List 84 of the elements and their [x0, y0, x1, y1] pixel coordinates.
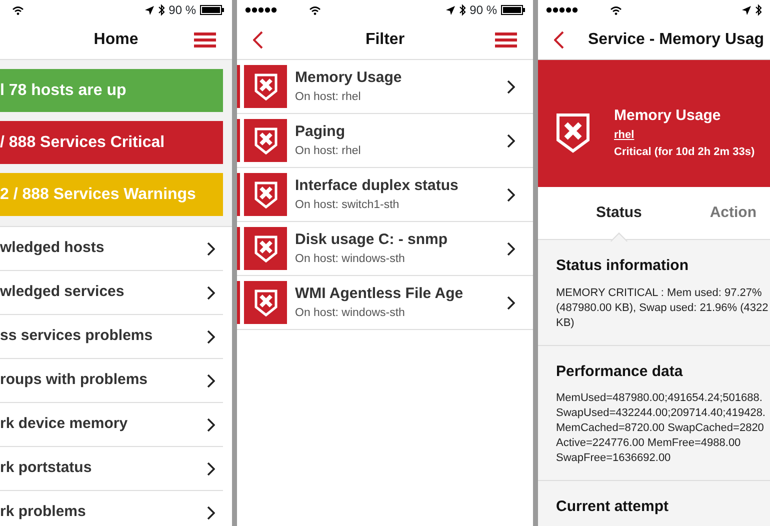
- row-label: rk portstatus: [0, 458, 92, 478]
- host-label: On host: rhel: [295, 90, 362, 106]
- battery-level: 90 %: [470, 2, 497, 19]
- shield-x-icon: [254, 126, 278, 154]
- menu-row[interactable]: wledged hosts: [0, 227, 223, 271]
- info-line: MemCached=8720.00 SwapCached=2820: [556, 421, 765, 436]
- screen-title: Service - Memory Usag: [588, 30, 764, 50]
- screen-title: Home: [94, 30, 138, 50]
- battery-level: 90 %: [168, 2, 196, 19]
- info-line: MemUsed=487980.00;491654.24;501688.: [556, 391, 764, 406]
- service-title: Interface duplex status: [295, 176, 458, 196]
- row-label: ss services problems: [0, 326, 153, 346]
- info-line: KB): [556, 316, 576, 330]
- info-line: SwapFree=1636692.00: [556, 451, 672, 466]
- menu-row[interactable]: rk problems: [0, 491, 223, 526]
- location-arrow-icon: [144, 6, 154, 14]
- wifi-icon: [610, 6, 622, 14]
- host-label: On host: rhel: [295, 144, 361, 160]
- service-row[interactable]: Memory Usage On host: rhel: [237, 60, 533, 114]
- menu-row[interactable]: rk device memory: [0, 403, 223, 447]
- shield-x-icon: [254, 180, 278, 208]
- service-row[interactable]: Interface duplex status On host: switch1-sth: [237, 168, 533, 222]
- service-title: Paging: [295, 122, 346, 142]
- menu-button[interactable]: [194, 32, 216, 48]
- chevron-right-icon: [507, 296, 515, 310]
- chevron-right-icon: [207, 418, 215, 432]
- chevron-right-icon: [507, 134, 515, 148]
- chevron-right-icon: [207, 286, 215, 300]
- row-label: wledged services: [0, 282, 124, 302]
- section-heading: Performance data: [556, 362, 684, 382]
- back-button[interactable]: [253, 30, 263, 48]
- chevron-right-icon: [207, 374, 215, 388]
- tab[interactable]: Status: [596, 202, 642, 224]
- chevron-right-icon: [207, 242, 215, 256]
- row-label: rk problems: [0, 502, 86, 522]
- chevron-right-icon: [507, 80, 515, 94]
- bluetooth-icon: [458, 4, 466, 16]
- service-row[interactable]: Paging On host: rhel: [237, 114, 533, 168]
- chevron-right-icon: [207, 506, 215, 520]
- bluetooth-icon: [158, 4, 165, 16]
- chevron-right-icon: [507, 188, 515, 202]
- host-label: On host: windows-sth: [295, 252, 406, 268]
- section-heading: Status information: [556, 256, 690, 276]
- shield-x-icon: [254, 72, 278, 100]
- host-link[interactable]: rhel: [614, 127, 634, 144]
- wifi-icon: [12, 6, 24, 14]
- host-label: On host: windows-sth: [295, 306, 406, 322]
- location-arrow-icon: [742, 6, 751, 14]
- bluetooth-icon: [755, 4, 762, 16]
- row-label: roups with problems: [0, 370, 148, 390]
- chevron-right-icon: [207, 330, 215, 344]
- service-row[interactable]: WMI Agentless File Age On host: windows-sth: [237, 276, 533, 330]
- menu-row[interactable]: roups with problems: [0, 359, 223, 403]
- wifi-icon: [309, 6, 321, 14]
- screen-title: Filter: [365, 30, 405, 50]
- info-line: Active=224776.00 MemFree=4988.00: [556, 436, 742, 451]
- shield-x-icon: [254, 288, 278, 316]
- service-row[interactable]: Disk usage C: - snmp On host: windows-sth: [237, 222, 533, 276]
- location-arrow-icon: [446, 6, 455, 14]
- shield-x-icon: [254, 234, 278, 262]
- menu-row[interactable]: rk portstatus: [0, 447, 223, 491]
- host-label: On host: switch1-sth: [295, 198, 400, 214]
- status-banner[interactable]: / 888 Services Critical: [0, 121, 223, 164]
- service-title: Disk usage C: - snmp: [295, 230, 448, 250]
- shield-x-icon: [556, 112, 590, 152]
- battery-icon: [200, 5, 224, 15]
- menu-button[interactable]: [495, 32, 517, 48]
- info-line: (487980.00 KB), Swap used: 21.96% (4322: [556, 300, 770, 316]
- tab[interactable]: Action: [710, 202, 757, 224]
- battery-icon: [501, 5, 525, 15]
- row-label: wledged hosts: [0, 238, 104, 258]
- chevron-right-icon: [207, 462, 215, 476]
- row-label: rk device memory: [0, 414, 128, 434]
- section-heading: Current attempt: [556, 497, 670, 517]
- back-button[interactable]: [554, 30, 564, 48]
- service-name: Memory Usage: [614, 106, 722, 126]
- menu-row[interactable]: ss services problems: [0, 315, 223, 359]
- service-title: Memory Usage: [295, 68, 402, 88]
- info-line: SwapUsed=432244.00;209714.40;419428.: [556, 406, 766, 421]
- status-duration: Critical (for 10d 2h 2m 33s): [614, 144, 755, 160]
- menu-row[interactable]: wledged services: [0, 271, 223, 315]
- info-line: MEMORY CRITICAL : Mem used: 97.27%: [556, 286, 763, 300]
- chevron-right-icon: [507, 242, 515, 256]
- service-title: WMI Agentless File Age: [295, 284, 464, 304]
